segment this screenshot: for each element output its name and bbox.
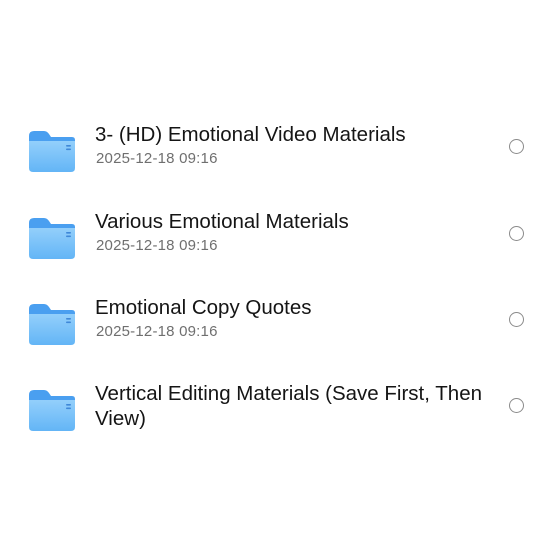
file-row-4[interactable]: Vertical Editing Materials (Save First, … xyxy=(0,381,560,461)
file-date: 2025-12-18 09:16 xyxy=(96,323,218,340)
file-list: 3- (HD) Emotional Video Materials 2025-1… xyxy=(0,0,560,560)
file-name: 3- (HD) Emotional Video Materials xyxy=(95,123,406,146)
file-date: 2025-12-18 09:16 xyxy=(96,150,218,167)
select-radio[interactable] xyxy=(509,398,524,413)
folder-icon xyxy=(29,390,75,431)
file-name: Emotional Copy Quotes xyxy=(95,296,312,319)
folder-icon xyxy=(29,218,75,259)
select-radio[interactable] xyxy=(509,139,524,154)
folder-icon xyxy=(29,304,75,345)
folder-icon xyxy=(29,131,75,172)
file-name: Various Emotional Materials xyxy=(95,210,349,233)
select-radio[interactable] xyxy=(509,312,524,327)
file-row-2[interactable]: Various Emotional Materials 2025-12-18 0… xyxy=(0,209,560,289)
file-name: Vertical Editing Materials (Save First, … xyxy=(95,382,482,430)
select-radio[interactable] xyxy=(509,226,524,241)
file-row-3[interactable]: Emotional Copy Quotes 2025-12-18 09:16 xyxy=(0,295,560,375)
file-date: 2025-12-18 09:16 xyxy=(96,237,218,254)
file-row-1[interactable]: 3- (HD) Emotional Video Materials 2025-1… xyxy=(0,122,560,202)
